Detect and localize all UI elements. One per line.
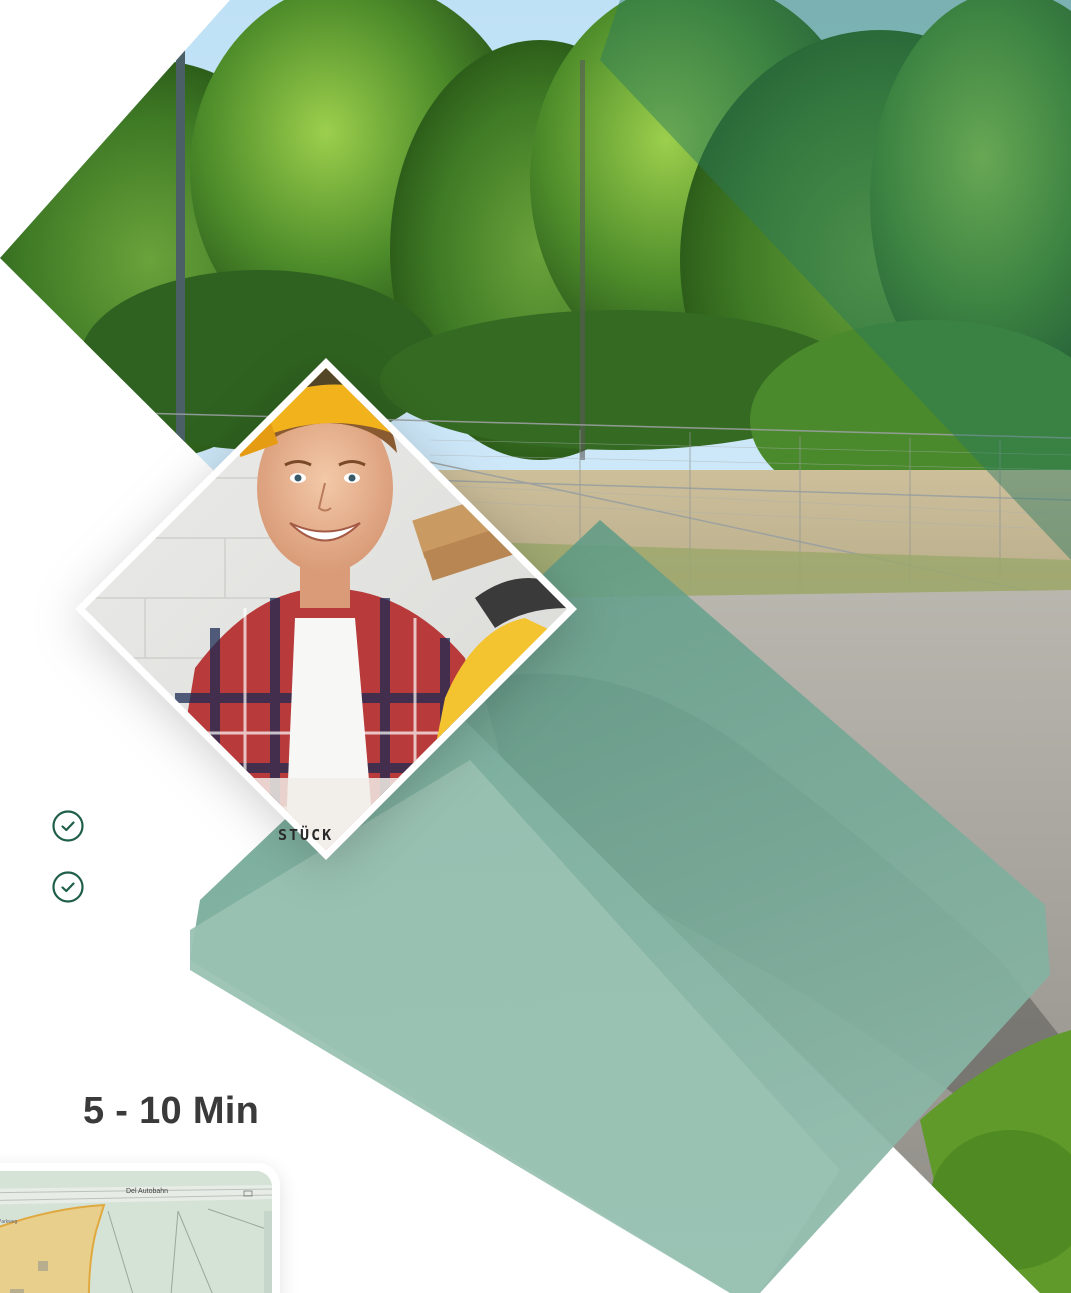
check-circle-icon	[52, 871, 84, 903]
worker-photo-caption: STÜCK	[278, 826, 334, 844]
worker-photo-card	[75, 358, 577, 860]
worker-photo	[85, 368, 567, 850]
page: STÜCK 5 - 10 Min arkweg Del Autobahn	[0, 0, 1071, 1293]
duration-label: 5 - 10 Min	[83, 1090, 260, 1132]
svg-text:Parkweg: Parkweg	[0, 1219, 18, 1225]
map-road-label: Del Autobahn	[126, 1188, 169, 1195]
map-card[interactable]: Parkweg Del Autobahn	[0, 1163, 280, 1293]
check-circle-icon	[52, 810, 84, 842]
map-view[interactable]: Parkweg Del Autobahn	[0, 1171, 272, 1293]
